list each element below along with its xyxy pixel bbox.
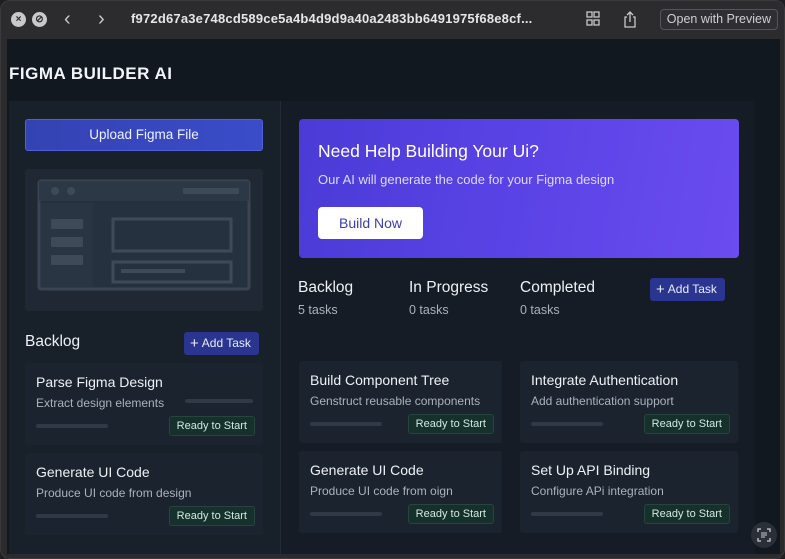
browser-toolbar: × ⊘ ‹ › f972d67a3e748cd589ce5a4b4d9d9a40… — [1, 1, 784, 39]
status-badge: Ready to Start — [643, 504, 730, 524]
task-description: Add authentication support — [531, 394, 674, 408]
stat-label: Backlog — [298, 279, 354, 296]
upload-figma-button[interactable]: Upload Figma File — [25, 119, 263, 151]
task-description: Genstruct reusable components — [310, 394, 481, 408]
stat-in-progress: In Progress 0 tasks — [409, 279, 488, 317]
browser-window: × ⊘ ‹ › f972d67a3e748cd589ce5a4b4d9d9a40… — [0, 0, 785, 559]
task-card[interactable]: Parse Figma Design Extract design elemen… — [25, 363, 263, 445]
stat-completed: Completed 0 tasks — [520, 279, 595, 317]
main-add-task-button[interactable]: + Add Task — [650, 278, 725, 301]
sidebar-backlog-title: Backlog — [25, 333, 81, 350]
task-description: Produce UI code from oign — [310, 484, 453, 498]
app-root: FIGMA BUILDER AI Upload Figma File Backl… — [7, 39, 780, 554]
task-placeholder-bar — [185, 399, 253, 403]
design-preview-placeholder — [25, 169, 263, 311]
url-bar[interactable]: f972d67a3e748cd589ce5a4b4d9d9a40a2483bb6… — [131, 11, 571, 26]
close-icon[interactable]: × — [11, 12, 26, 27]
task-title: Build Component Tree — [310, 372, 450, 388]
sidebar-add-task-button[interactable]: + Add Task — [184, 332, 259, 355]
task-card[interactable]: Build Component Tree Genstruct reusable … — [299, 361, 502, 443]
share-icon[interactable] — [623, 11, 637, 33]
stat-count: 0 tasks — [409, 303, 449, 317]
wireframe-illustration — [37, 179, 251, 291]
task-card[interactable]: Generate UI Code Produce UI code from de… — [25, 453, 263, 535]
task-progress-bar — [531, 512, 603, 516]
status-badge: Ready to Start — [643, 414, 730, 434]
stat-label: Completed — [520, 279, 595, 296]
hero-title: Need Help Building Your Ui? — [318, 141, 539, 161]
task-card[interactable]: Generate UI Code Produce UI code from oi… — [299, 451, 502, 533]
back-icon[interactable]: ‹ — [64, 7, 71, 31]
status-badge: Ready to Start — [407, 414, 494, 434]
task-title: Generate UI Code — [36, 464, 150, 480]
task-progress-bar — [531, 422, 603, 426]
task-description: Produce UI code from design — [36, 486, 192, 500]
task-progress-bar — [36, 424, 108, 428]
task-description: Configure APi integration — [531, 484, 664, 498]
add-task-label: Add Task — [667, 282, 717, 296]
build-now-button[interactable]: Build Now — [318, 207, 423, 239]
status-badge: Ready to Start — [407, 504, 494, 524]
plus-icon: + — [656, 281, 665, 298]
add-task-label: Add Task — [201, 336, 251, 350]
task-progress-bar — [310, 422, 382, 426]
task-card[interactable]: Set Up API Binding Configure APi integra… — [520, 451, 738, 533]
stat-count: 5 tasks — [298, 303, 338, 317]
hero-banner: Need Help Building Your Ui? Our AI will … — [299, 119, 739, 258]
task-title: Parse Figma Design — [36, 374, 163, 390]
task-title: Generate UI Code — [310, 462, 424, 478]
grid-icon[interactable] — [586, 11, 600, 32]
task-progress-bar — [310, 512, 382, 516]
task-description: Extract design elements — [36, 396, 165, 410]
plus-icon: + — [190, 335, 199, 352]
sidebar: Upload Figma File Backlog + Add Task Par… — [9, 101, 281, 554]
scan-text-icon[interactable] — [751, 522, 777, 548]
open-with-preview-button[interactable]: Open with Preview — [659, 9, 778, 30]
status-badge: Ready to Start — [168, 506, 255, 526]
hero-subtitle: Our AI will generate the code for your F… — [318, 172, 615, 187]
stat-label: In Progress — [409, 279, 489, 296]
task-progress-bar — [36, 514, 108, 518]
forward-icon[interactable]: › — [98, 7, 105, 31]
stop-icon[interactable]: ⊘ — [32, 12, 47, 27]
task-card[interactable]: Integrate Authentication Add authenticat… — [520, 361, 738, 443]
status-badge: Ready to Start — [168, 416, 255, 436]
task-title: Set Up API Binding — [531, 462, 651, 478]
stat-count: 0 tasks — [520, 303, 560, 317]
stat-backlog: Backlog 5 tasks — [298, 279, 353, 317]
app-title: FIGMA BUILDER AI — [9, 64, 173, 83]
task-title: Integrate Authentication — [531, 372, 679, 388]
